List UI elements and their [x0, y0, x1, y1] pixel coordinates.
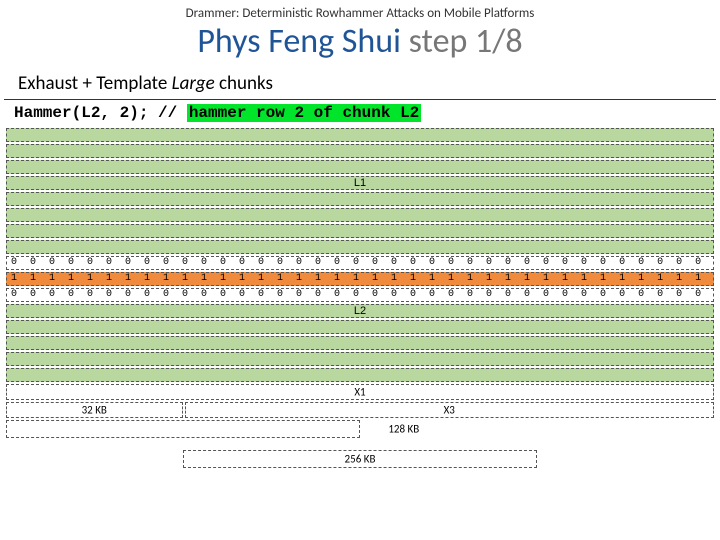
mem-row — [6, 224, 714, 238]
mem-row-hammer: 1 1 1 1 1 1 1 1 1 1 1 1 1 1 1 1 1 1 1 1 … — [6, 272, 714, 286]
title-grey: step 1/8 — [409, 21, 523, 62]
title-blue: Phys Feng Shui — [197, 21, 408, 62]
mem-row — [6, 144, 714, 158]
sub-c: chunks — [215, 72, 273, 95]
mem-row — [6, 240, 714, 254]
mem-row — [6, 352, 714, 366]
seg-32kb: 32 KB — [6, 402, 183, 418]
box-128kb — [6, 420, 360, 438]
bits-zeros: 0 0 0 0 0 0 0 0 0 0 0 0 0 0 0 0 0 0 0 0 … — [11, 289, 709, 301]
bits-ones: 1 1 1 1 1 1 1 1 1 1 1 1 1 1 1 1 1 1 1 1 … — [11, 273, 709, 285]
mem-row — [6, 336, 714, 350]
mem-row — [6, 160, 714, 174]
mem-row-l1: L1 — [6, 176, 714, 190]
slide-title: Phys Feng Shui step 1/8 — [0, 21, 720, 68]
x3-label: X3 — [444, 404, 455, 417]
code-call: Hammer(L2, 2); // — [14, 104, 187, 122]
kb32-label: 32 KB — [82, 404, 107, 417]
l1-label: L1 — [354, 177, 366, 189]
mem-row — [6, 320, 714, 334]
l2-label: L2 — [354, 305, 366, 317]
paper-title: Drammer: Deterministic Rowhammer Attacks… — [0, 0, 720, 21]
mem-row — [6, 192, 714, 206]
mem-row-l2: L2 — [6, 304, 714, 318]
x1-label: X1 — [354, 386, 365, 399]
memory-diagram: L1 0 0 0 0 0 0 0 0 0 0 0 0 0 0 0 0 0 0 0… — [6, 128, 714, 468]
seg-x3: X3 — [185, 402, 715, 418]
x1-row: X1 — [6, 384, 714, 400]
mem-row-zeros: 0 0 0 0 0 0 0 0 0 0 0 0 0 0 0 0 0 0 0 0 … — [6, 256, 714, 270]
mem-row — [6, 128, 714, 142]
mem-row-zeros: 0 0 0 0 0 0 0 0 0 0 0 0 0 0 0 0 0 0 0 0 … — [6, 288, 714, 302]
x3-row: 32 KB X3 — [6, 402, 714, 418]
sub-b: Large — [172, 72, 215, 95]
row-256kb: 256 KB — [6, 450, 714, 468]
code-comment-highlight: hammer row 2 of chunk L2 — [187, 104, 421, 122]
kb256-label: 256 KB — [345, 453, 376, 466]
bits-zeros: 0 0 0 0 0 0 0 0 0 0 0 0 0 0 0 0 0 0 0 0 … — [11, 257, 709, 269]
code-line: Hammer(L2, 2); // hammer row 2 of chunk … — [0, 104, 720, 128]
sub-a: Exhaust + Template — [18, 72, 172, 95]
box-256kb: 256 KB — [183, 450, 537, 468]
subheading: Exhaust + Template Large chunks — [4, 68, 716, 100]
mem-row — [6, 208, 714, 222]
mem-row — [6, 368, 714, 382]
kb128-label: 128 KB — [388, 423, 419, 436]
row-128kb: 128 KB — [6, 420, 714, 438]
